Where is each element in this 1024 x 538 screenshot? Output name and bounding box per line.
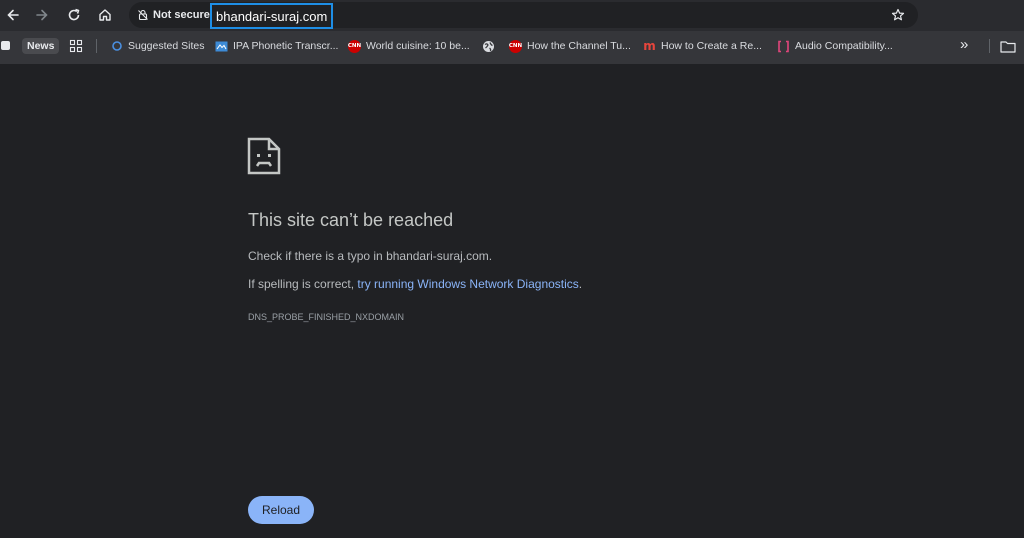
bookmark-ipa-phonetic[interactable]: IPA Phonetic Transcr...: [215, 38, 338, 54]
error-typo-hint: Check if there is a typo in bhandari-sur…: [248, 249, 493, 263]
bookmark-world-cuisine[interactable]: CNN World cuisine: 10 be...: [348, 38, 470, 54]
more-bookmarks-button[interactable]: »: [960, 36, 968, 53]
bookmark-how-to-create[interactable]: m How to Create a Re...: [643, 38, 762, 54]
bookmark-news[interactable]: News: [22, 38, 60, 54]
bookmark-channel-tunnel[interactable]: CNN How the Channel Tu...: [509, 38, 631, 54]
security-indicator[interactable]: Not secure: [133, 5, 214, 25]
refresh-icon: [68, 8, 80, 21]
bookmarks-divider: [989, 39, 990, 53]
bookmarks-bar: News Suggested Sites IPA Phonetic Transc…: [0, 31, 1024, 61]
cnn-icon: CNN: [348, 39, 361, 53]
security-label: Not secure: [153, 9, 210, 21]
bookmark-label: World cuisine: 10 be...: [366, 40, 470, 52]
reload-button[interactable]: Reload: [248, 496, 314, 524]
other-bookmarks-folder[interactable]: [1000, 40, 1016, 58]
suggested-sites-icon: [110, 40, 123, 53]
apps-square-icon[interactable]: [1, 41, 10, 50]
browser-toolbar: Not secure bhandari-suraj.com: [0, 0, 1024, 31]
error-diagnostics-hint: If spelling is correct, try running Wind…: [248, 277, 582, 291]
bookmark-label: IPA Phonetic Transcr...: [233, 40, 339, 52]
cnn-icon: CNN: [509, 39, 522, 53]
apps-grid-button[interactable]: [69, 39, 83, 58]
not-secure-icon: [138, 9, 148, 21]
error-page: This site can’t be reached Check if ther…: [0, 64, 1024, 538]
star-icon: [891, 8, 905, 21]
bookmark-label: How the Channel Tu...: [527, 40, 631, 52]
ipa-icon: [215, 40, 228, 53]
m-icon: m: [643, 39, 656, 53]
error-title: This site can’t be reached: [248, 210, 454, 230]
bookmark-label: How to Create a Re...: [661, 40, 762, 52]
sad-document-icon: [247, 137, 281, 175]
globe-icon: [482, 40, 495, 53]
url-text[interactable]: bhandari-suraj.com: [210, 3, 334, 29]
error-code: DNS_PROBE_FINISHED_NXDOMAIN: [248, 312, 405, 322]
forward-button[interactable]: [30, 3, 54, 27]
network-diagnostics-link[interactable]: try running Windows Network Diagnostics: [357, 277, 578, 291]
bracket-icon: [777, 40, 790, 53]
grid-icon: [69, 39, 83, 53]
diagnostics-prefix: If spelling is correct,: [248, 277, 358, 291]
home-button[interactable]: [93, 3, 117, 27]
arrow-left-icon: [7, 9, 19, 21]
browser-chrome: Not secure bhandari-suraj.com News Sugge…: [0, 0, 1024, 64]
refresh-button[interactable]: [62, 3, 86, 27]
bookmark-label: Suggested Sites: [128, 40, 205, 52]
folder-icon: [1000, 41, 1016, 53]
bookmark-audio-compatibility[interactable]: Audio Compatibility...: [777, 38, 893, 54]
back-button[interactable]: [1, 3, 25, 27]
bookmark-star-button[interactable]: [888, 5, 908, 25]
bookmark-suggested-sites[interactable]: Suggested Sites: [110, 38, 204, 54]
home-icon: [99, 9, 111, 21]
address-bar[interactable]: Not secure bhandari-suraj.com: [129, 2, 918, 29]
bookmarks-divider: [96, 39, 97, 53]
arrow-right-icon: [36, 9, 48, 21]
bookmark-globe[interactable]: [482, 38, 500, 54]
bookmark-label: Audio Compatibility...: [795, 40, 893, 52]
diagnostics-suffix: .: [578, 277, 583, 291]
